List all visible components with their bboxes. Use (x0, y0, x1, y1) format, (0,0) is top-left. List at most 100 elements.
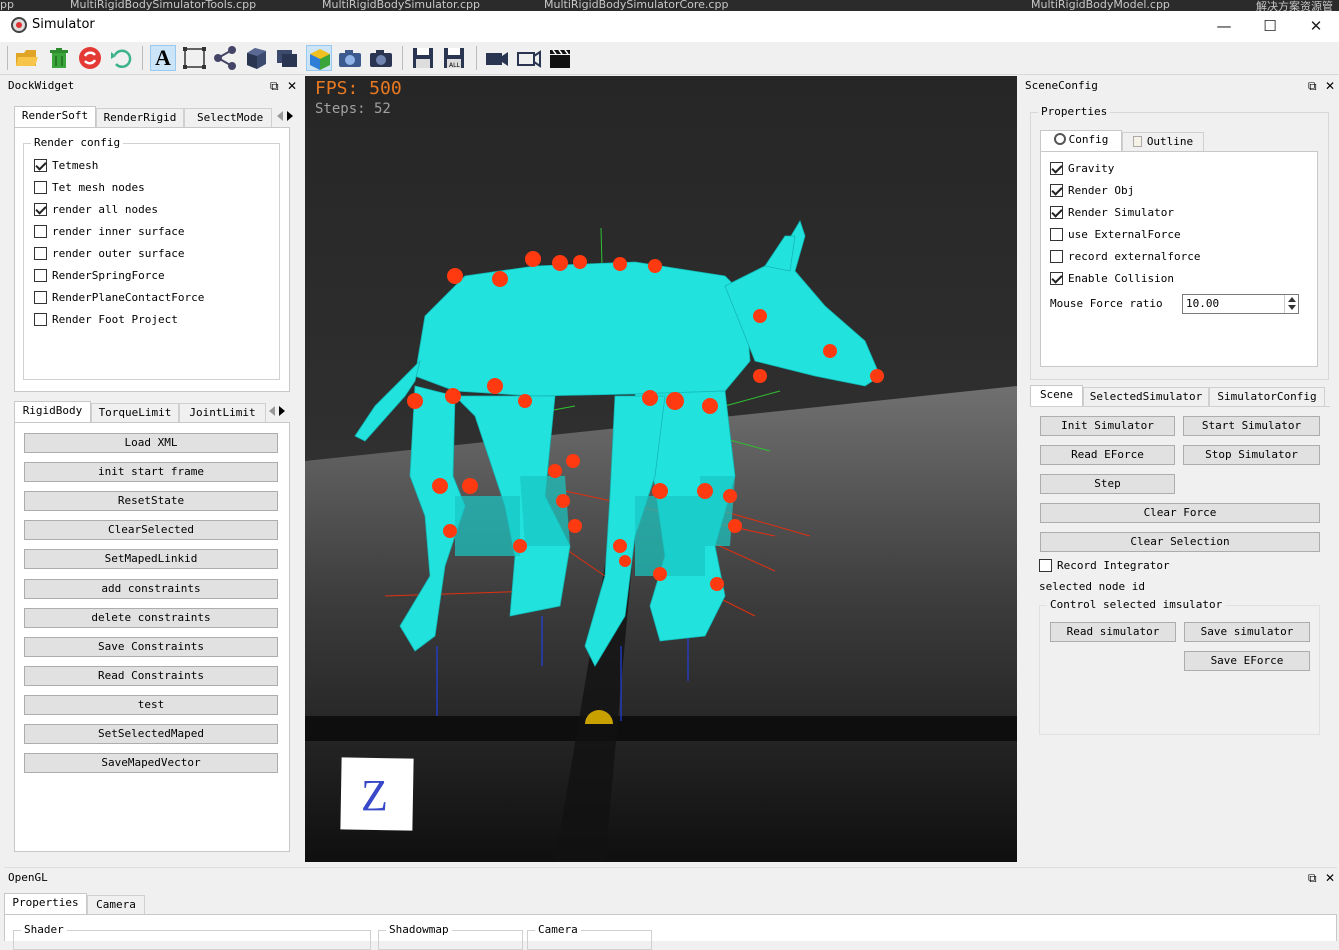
rigidbody-action-button[interactable]: ClearSelected (24, 520, 278, 541)
video-camera-icon[interactable] (484, 45, 510, 71)
video-outline-icon[interactable] (516, 45, 542, 71)
clapperboard-icon[interactable] (547, 45, 573, 71)
close-icon[interactable]: ✕ (287, 76, 297, 96)
close-button[interactable]: ✕ (1293, 14, 1339, 38)
checkbox-box[interactable] (1050, 271, 1063, 285)
read-eforce-button[interactable]: Read EForce (1040, 445, 1175, 465)
checkbox-box[interactable] (1050, 249, 1063, 263)
clear-selection-button[interactable]: Clear Selection (1040, 532, 1320, 552)
rigidbody-action-button[interactable]: delete constraints (24, 607, 278, 628)
checkbox-box[interactable] (34, 180, 47, 194)
checkbox-box[interactable] (1050, 183, 1063, 197)
render-config-checkbox[interactable]: render inner surface (34, 224, 184, 241)
checkbox-box[interactable] (1050, 161, 1063, 175)
rigidbody-action-button[interactable]: SaveMapedVector (24, 753, 278, 774)
mouse-force-spinbox[interactable]: 10.00 (1182, 294, 1299, 314)
minimize-button[interactable]: — (1201, 14, 1247, 38)
render-config-checkbox[interactable]: Tet mesh nodes (34, 180, 145, 197)
ide-tab[interactable]: pp (0, 0, 14, 11)
close-icon[interactable]: ✕ (1325, 868, 1335, 888)
cube-icon[interactable] (243, 45, 269, 71)
start-simulator-button[interactable]: Start Simulator (1183, 416, 1320, 436)
stop-simulator-button[interactable]: Stop Simulator (1183, 445, 1320, 465)
folder-open-icon[interactable] (14, 45, 40, 71)
checkbox-box[interactable] (1039, 558, 1052, 572)
clear-force-button[interactable]: Clear Force (1040, 503, 1320, 523)
checkbox-box[interactable] (34, 246, 47, 260)
render-config-checkbox[interactable]: Tetmesh (34, 158, 98, 175)
spin-down-icon[interactable] (1288, 305, 1296, 310)
ide-tab[interactable]: MultiRigidBodySimulator.cpp (322, 0, 480, 11)
tab-simulatorconfig[interactable]: SimulatorConfig (1209, 387, 1325, 406)
render-config-checkbox[interactable]: RenderPlaneContactForce (34, 290, 204, 307)
config-checkbox[interactable]: Gravity (1050, 161, 1114, 178)
record-integrator-checkbox[interactable]: Record Integrator (1039, 558, 1170, 575)
render-config-checkbox[interactable]: render all nodes (34, 202, 158, 219)
arrow-right-icon[interactable] (279, 406, 285, 416)
save-eforce-button[interactable]: Save EForce (1184, 651, 1310, 671)
step-button[interactable]: Step (1040, 474, 1175, 494)
config-checkbox[interactable]: use ExternalForce (1050, 227, 1181, 244)
ide-tab[interactable]: MultiRigidBodySimulatorTools.cpp (70, 0, 256, 11)
rigidbody-action-button[interactable]: SetMapedLinkid (24, 549, 278, 570)
tab-outline[interactable]: Outline (1122, 132, 1204, 151)
read-simulator-button[interactable]: Read simulator (1050, 622, 1176, 642)
float-icon[interactable]: ⧉ (270, 76, 279, 96)
rigidbody-action-button[interactable]: add constraints (24, 578, 278, 599)
rigidbody-action-button[interactable]: init start frame (24, 462, 278, 483)
init-simulator-button[interactable]: Init Simulator (1040, 416, 1175, 436)
arrow-left-icon[interactable] (269, 406, 275, 416)
rigidbody-action-button[interactable]: test (24, 694, 278, 715)
tab-config[interactable]: Config (1040, 130, 1122, 151)
config-checkbox[interactable]: record externalforce (1050, 249, 1200, 266)
trash-icon[interactable] (46, 45, 72, 71)
camera-icon[interactable] (368, 45, 394, 71)
rigidbody-action-button[interactable]: ResetState (24, 491, 278, 512)
tab-rigidbody[interactable]: RigidBody (14, 401, 91, 422)
render-config-checkbox[interactable]: Render Foot Project (34, 312, 178, 329)
tab-selectedsimulator[interactable]: SelectedSimulator (1083, 387, 1209, 406)
save-icon[interactable] (410, 45, 436, 71)
3d-viewport[interactable]: Z FPS: 500 Steps: 52 (305, 76, 1017, 862)
ide-tab[interactable]: MultiRigidBodyModel.cpp (1031, 0, 1170, 11)
tab-rendersoft[interactable]: RenderSoft (14, 106, 96, 127)
spin-arrows[interactable] (1284, 295, 1298, 313)
select-rect-icon[interactable] (182, 45, 208, 71)
config-checkbox[interactable]: Render Obj (1050, 183, 1134, 200)
arrow-right-icon[interactable] (287, 111, 293, 121)
checkbox-box[interactable] (1050, 205, 1063, 219)
float-icon[interactable]: ⧉ (1308, 76, 1317, 96)
rigidbody-action-button[interactable]: Read Constraints (24, 665, 278, 686)
config-checkbox[interactable]: Enable Collision (1050, 271, 1174, 288)
tab-properties[interactable]: Properties (4, 893, 87, 914)
arrow-left-icon[interactable] (277, 111, 283, 121)
refresh-icon[interactable] (77, 45, 103, 71)
float-icon[interactable]: ⧉ (1308, 868, 1317, 888)
checkbox-box[interactable] (34, 202, 47, 216)
checkbox-box[interactable] (34, 290, 47, 304)
tab-scroll-arrows[interactable] (274, 108, 298, 126)
checkbox-box[interactable] (34, 224, 47, 238)
layers-icon[interactable] (274, 45, 300, 71)
render-config-checkbox[interactable]: render outer surface (34, 246, 184, 263)
save-simulator-button[interactable]: Save simulator (1184, 622, 1310, 642)
tab-camera[interactable]: Camera (87, 895, 145, 914)
ide-tab[interactable]: 解决方案资源管 (1256, 0, 1333, 11)
tab-scene[interactable]: Scene (1030, 385, 1083, 406)
checkbox-box[interactable] (34, 268, 47, 282)
tab-torquelimit[interactable]: TorqueLimit (91, 403, 179, 422)
config-checkbox[interactable]: Render Simulator (1050, 205, 1174, 222)
tab-scroll-arrows[interactable] (266, 403, 290, 421)
rigidbody-action-button[interactable]: SetSelectedMaped (24, 724, 278, 744)
rigidbody-action-button[interactable]: Save Constraints (24, 636, 278, 657)
rigidbody-action-button[interactable]: Load XML (24, 433, 278, 453)
ide-tab[interactable]: MultiRigidBodySimulatorCore.cpp (544, 0, 728, 11)
render-config-checkbox[interactable]: RenderSpringForce (34, 268, 165, 285)
tab-jointlimit[interactable]: JointLimit (179, 403, 266, 422)
share-icon[interactable] (212, 45, 238, 71)
camera-blue-icon[interactable] (337, 45, 363, 71)
text-tool-icon[interactable]: A (150, 45, 176, 71)
checkbox-box[interactable] (1050, 227, 1063, 241)
close-icon[interactable]: ✕ (1325, 76, 1335, 96)
checkbox-box[interactable] (34, 158, 47, 172)
